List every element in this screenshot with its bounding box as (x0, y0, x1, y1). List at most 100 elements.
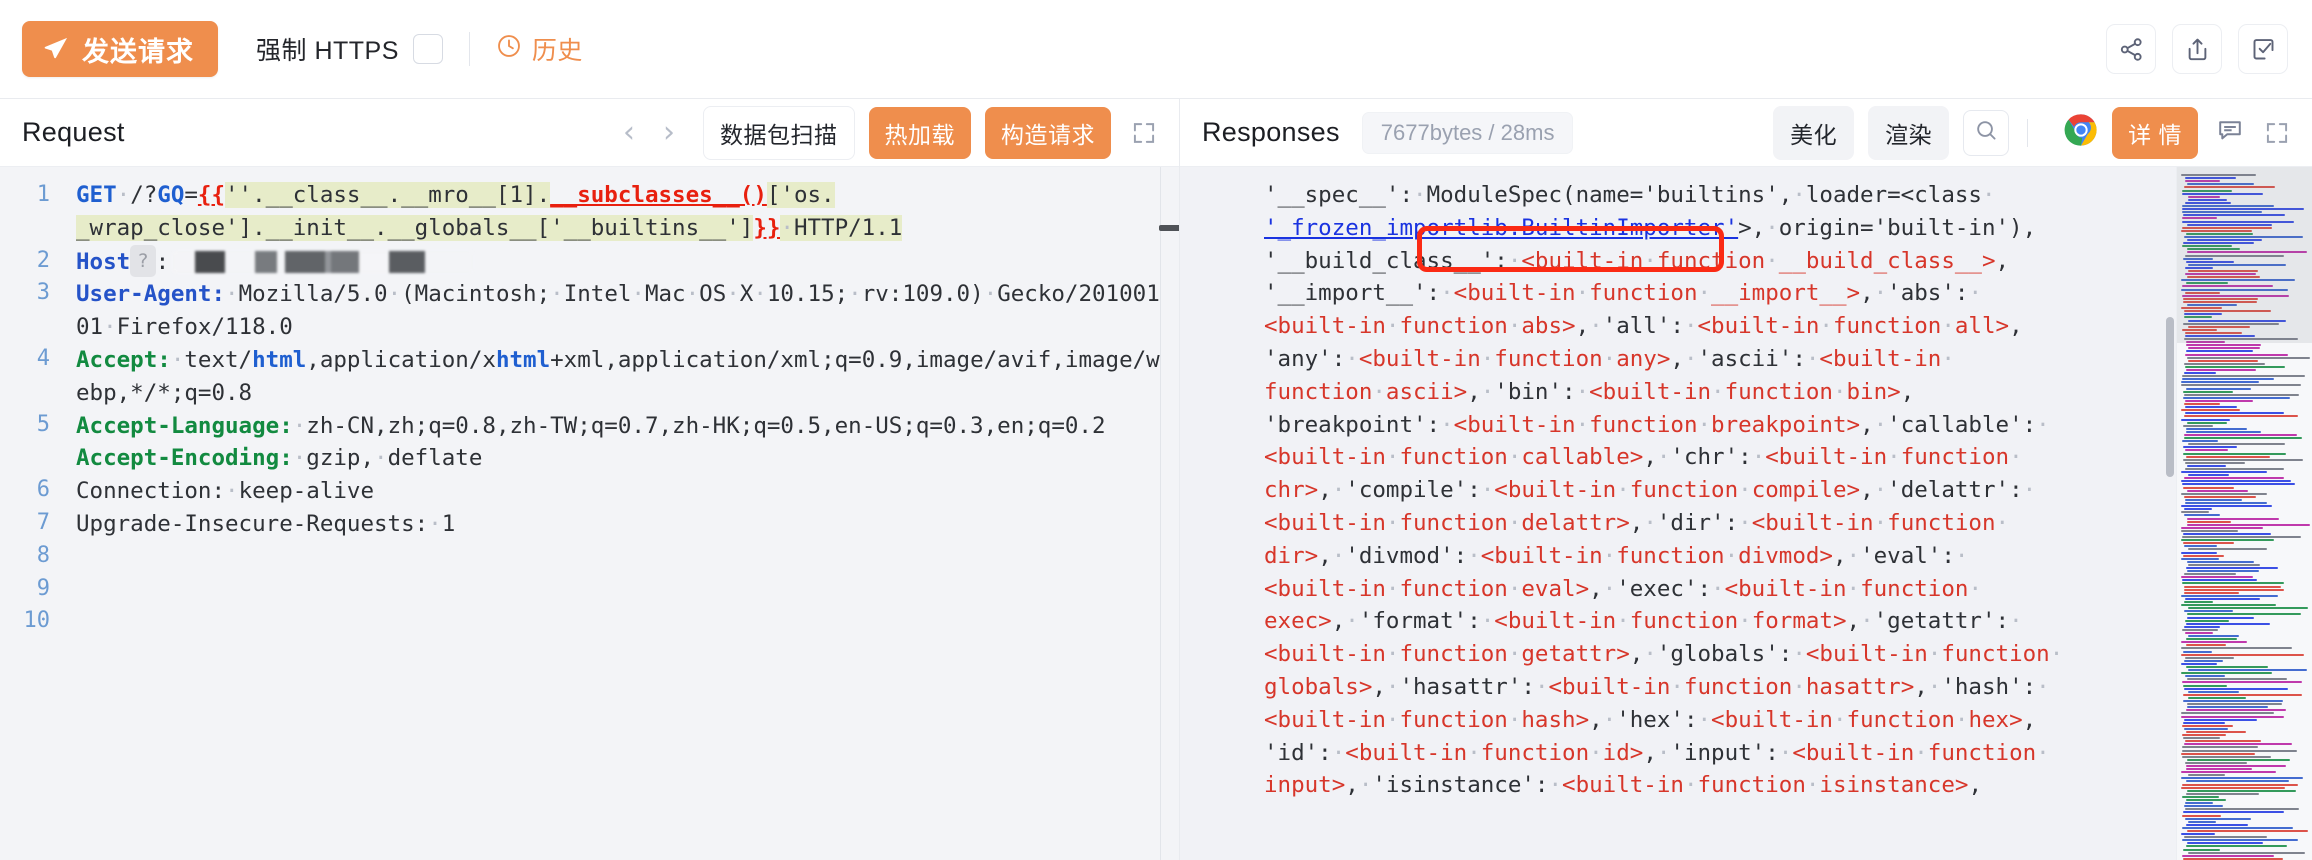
response-pane: Responses 7677bytes / 28ms 美化 渲染 详 情 '__… (1180, 98, 2312, 860)
request-editor-divider (1160, 167, 1161, 860)
comment-button[interactable] (2216, 116, 2244, 149)
hot-reload-button[interactable]: 热加载 (868, 106, 971, 159)
minimap-line (2182, 839, 2298, 842)
line-number: 9 (36, 575, 50, 601)
redacted-host-value (173, 250, 474, 273)
minimap-line (2182, 854, 2274, 857)
minimap-line (2184, 625, 2220, 628)
minimap-line (2186, 455, 2270, 458)
upload-button[interactable] (2172, 24, 2222, 74)
request-expand-icon[interactable] (1131, 120, 1157, 146)
minimap-line (2182, 536, 2301, 539)
prev-request-button[interactable]: ‹ (609, 117, 649, 148)
minimap-line (2182, 749, 2297, 752)
minimap-line (2181, 511, 2209, 514)
response-search-button[interactable] (1963, 109, 2010, 156)
minimap-line (2181, 604, 2276, 607)
packet-scan-button[interactable]: 数据包扫描 (703, 105, 855, 160)
minimap-line (2181, 557, 2219, 560)
minimap-line (2183, 811, 2284, 814)
minimap-line (2186, 369, 2256, 371)
history-label: 历史 (531, 37, 583, 65)
response-scrollbar-thumb[interactable] (2166, 317, 2174, 477)
minimap-line (2182, 826, 2293, 829)
minimap-line (2184, 393, 2299, 396)
request-line-numbers: 1 2 3 4 5 6 7 8 9 10 (0, 167, 62, 860)
minimap-line (2183, 486, 2234, 489)
request-line-8: Upgrade-Insecure-Requests:·1 (76, 510, 456, 537)
detail-button[interactable]: 详 情 (2112, 106, 2198, 159)
minimap-line (2181, 526, 2263, 529)
minimap-line (2185, 498, 2242, 501)
line-number: 6 (36, 477, 50, 503)
minimap-line (2184, 477, 2284, 480)
force-https-checkbox[interactable] (412, 34, 443, 64)
open-in-chrome-button[interactable] (2064, 113, 2098, 152)
minimap-viewport-slider[interactable] (2177, 167, 2312, 343)
minimap-line (2184, 433, 2297, 436)
minimap-line (2188, 851, 2305, 854)
minimap-line (2186, 730, 2246, 733)
minimap-line (2183, 693, 2302, 696)
minimap-line (2186, 387, 2251, 390)
response-body[interactable]: '__spec__':·ModuleSpec(name='builtins',·… (1242, 167, 2312, 860)
response-line-5: 'breakpoint':·<built-in·function·breakpo… (1264, 411, 2064, 799)
line-number: 8 (36, 542, 50, 568)
minimap-line (2181, 641, 2247, 644)
minimap-line (2187, 523, 2310, 526)
build-request-button[interactable]: 构造请求 (985, 106, 1111, 159)
response-editor[interactable]: '__spec__':·ModuleSpec(name='builtins',·… (1180, 167, 2312, 860)
beautify-button[interactable]: 美化 (1773, 105, 1855, 160)
minimap-line (2181, 418, 2230, 421)
minimap-line (2181, 662, 2217, 665)
minimap-line (2181, 529, 2238, 532)
check-document-button[interactable] (2238, 24, 2288, 74)
request-line-7: Connection:·keep-alive (76, 478, 375, 505)
minimap-line (2186, 666, 2268, 668)
render-button[interactable]: 渲染 (1868, 105, 1950, 160)
line-number: 5 (36, 411, 50, 437)
minimap-line (2186, 567, 2278, 569)
minimap-line (2181, 409, 2240, 412)
response-pane-title: Responses (1202, 117, 1340, 147)
minimap-line (2181, 576, 2253, 579)
minimap-line (2187, 570, 2259, 573)
comment-icon (2216, 116, 2244, 149)
minimap-line (2181, 786, 2285, 789)
minimap-line (2188, 359, 2258, 362)
minimap-line (2186, 823, 2248, 826)
send-request-button[interactable]: 发送请求 (22, 21, 218, 77)
request-body[interactable]: GET·/?GQ={{''.__class__.__mro__[1].__sub… (62, 167, 1179, 860)
minimap-line (2184, 545, 2217, 548)
request-scroll-track[interactable] (1159, 167, 1179, 860)
minimap-line (2186, 768, 2252, 771)
minimap-line (2185, 449, 2228, 452)
minimap-line (2184, 415, 2298, 418)
request-scrollbar-thumb[interactable] (1159, 225, 1179, 231)
minimap-line (2183, 700, 2283, 703)
request-line-1: GET·/?GQ={{''.__class__.__mro__[1].__sub… (76, 182, 903, 241)
minimap-line (2181, 653, 2304, 656)
minimap-line (2183, 737, 2220, 740)
minimap-line (2183, 684, 2227, 687)
minimap-line (2187, 613, 2301, 616)
minimap-line (2184, 514, 2220, 517)
minimap-line (2181, 833, 2215, 836)
share-button[interactable] (2106, 24, 2156, 74)
minimap-line (2183, 721, 2225, 724)
minimap-line (2184, 437, 2302, 440)
minimap-line (2183, 452, 2286, 455)
minimap-line (2185, 502, 2267, 505)
request-editor[interactable]: 1 2 3 4 5 6 7 8 9 10 GET·/?GQ={{''.__cla… (0, 167, 1179, 860)
minimap-line (2182, 746, 2258, 749)
next-request-button[interactable]: › (649, 117, 689, 148)
history-button[interactable]: 历史 (496, 31, 583, 67)
response-minimap[interactable] (2176, 167, 2312, 860)
minimap-line (2185, 353, 2288, 356)
minimap-line (2185, 619, 2229, 622)
response-scroll-track[interactable] (2164, 167, 2176, 860)
minimap-line (2186, 344, 2261, 347)
minimap-line (2186, 780, 2289, 783)
response-expand-icon[interactable] (2264, 120, 2290, 146)
toolbar-divider (468, 32, 470, 66)
